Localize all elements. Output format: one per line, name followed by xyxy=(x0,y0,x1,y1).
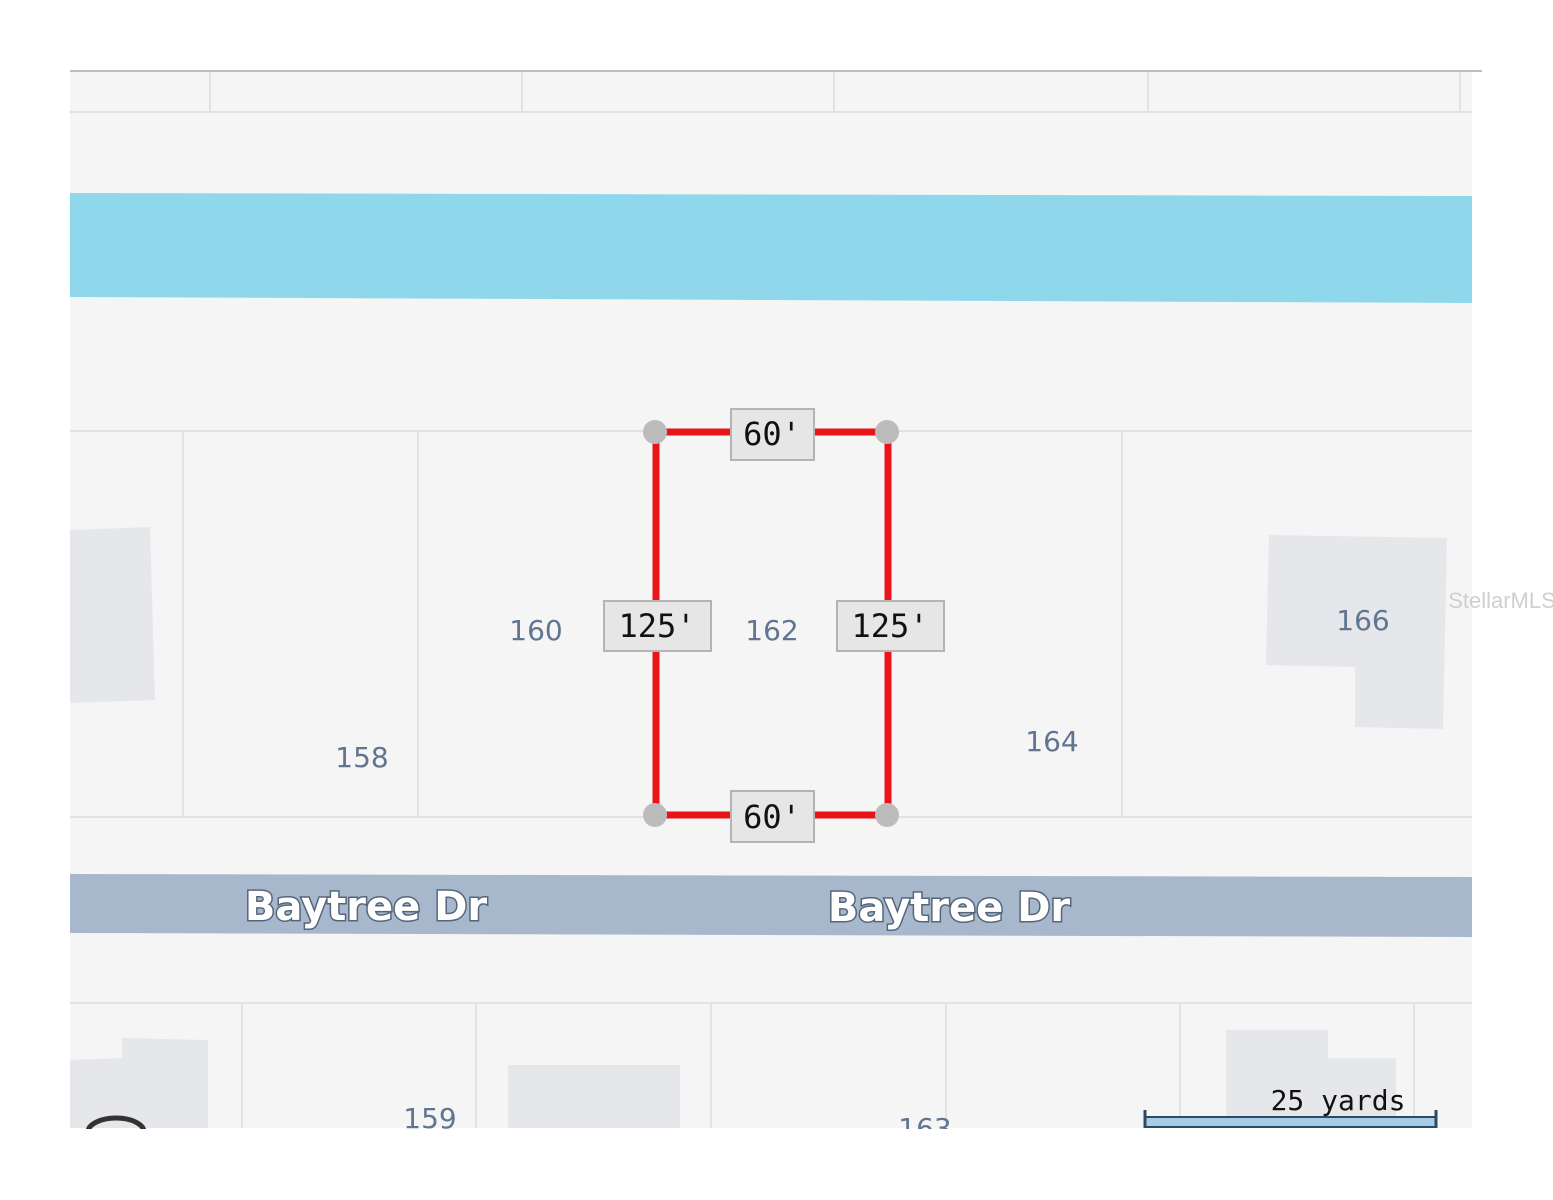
frame-bottom xyxy=(0,1129,1553,1200)
lot-number: 160 xyxy=(509,614,562,647)
watermark: StellarMLS xyxy=(1448,588,1553,613)
water-canal xyxy=(70,193,1472,303)
vertex-handle[interactable] xyxy=(875,803,899,827)
street-label: Baytree Dr xyxy=(245,884,488,930)
dimension-right-label: 125' xyxy=(851,607,928,645)
dimension-left: 125' xyxy=(603,600,712,652)
dimension-right: 125' xyxy=(836,600,945,652)
lot-number: 166 xyxy=(1336,604,1389,637)
building xyxy=(508,1065,680,1128)
lot-number: 164 xyxy=(1025,725,1078,758)
vertex-handle[interactable] xyxy=(643,420,667,444)
dimension-bottom-label: 60' xyxy=(743,798,801,836)
dimension-top-label: 60' xyxy=(743,415,801,453)
lot-number: 158 xyxy=(335,741,388,774)
vertex-handle[interactable] xyxy=(875,420,899,444)
lot-number: 162 xyxy=(745,614,798,647)
parcel-map[interactable]: 60' 60' 125' 125' 158 160 162 164 166 15… xyxy=(0,0,1553,1200)
scale-bar-label: 25 yards xyxy=(1271,1084,1406,1117)
vertex-handle[interactable] xyxy=(643,803,667,827)
building xyxy=(70,527,155,703)
dimension-top: 60' xyxy=(730,408,815,461)
dimension-left-label: 125' xyxy=(618,607,695,645)
street-label: Baytree Dr xyxy=(828,885,1071,931)
dimension-bottom: 60' xyxy=(730,790,815,843)
